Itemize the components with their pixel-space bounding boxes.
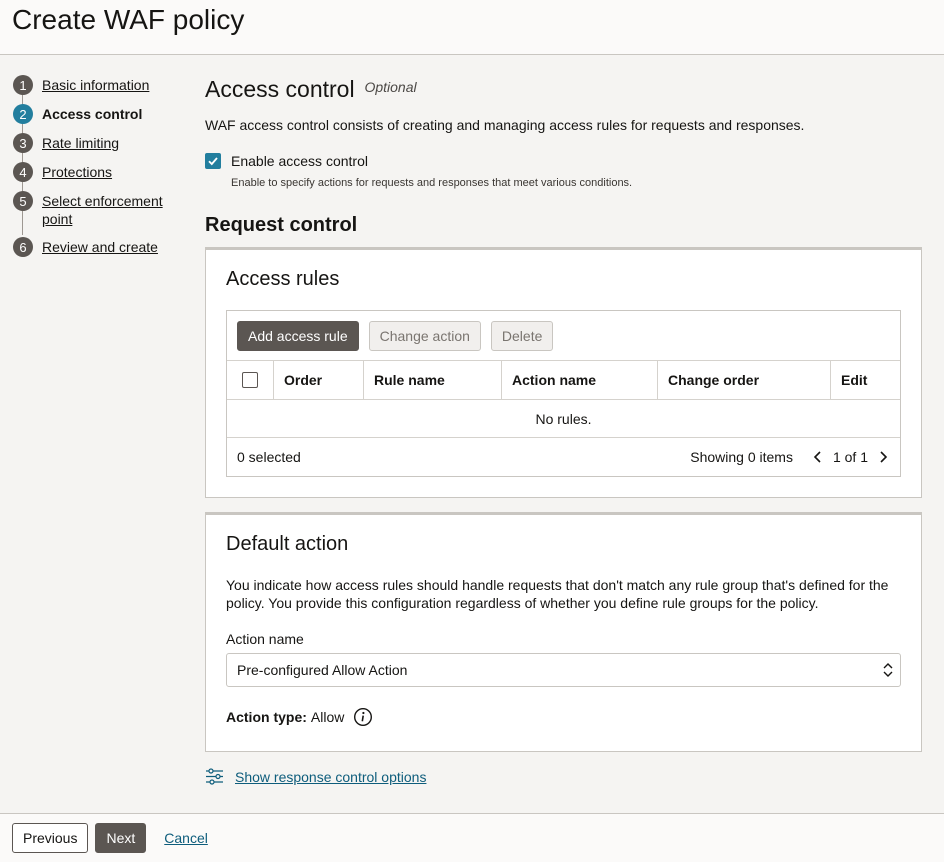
column-change-order: Change order: [658, 361, 831, 399]
sliders-icon: [206, 768, 223, 785]
section-title: Access control: [205, 76, 355, 102]
wizard-steps: 1 Basic information 2 Access control 3 R…: [13, 75, 188, 266]
step-label[interactable]: Basic information: [42, 75, 149, 94]
page-indicator: 1 of 1: [832, 449, 868, 465]
default-action-panel: Default action You indicate how access r…: [205, 512, 922, 752]
info-icon[interactable]: [353, 707, 373, 727]
show-response-control-link[interactable]: Show response control options: [235, 769, 426, 785]
step-label[interactable]: Select enforcement point: [42, 191, 172, 228]
step-label: Access control: [42, 106, 143, 122]
column-edit: Edit: [841, 372, 868, 388]
chevron-left-icon[interactable]: [811, 450, 825, 464]
default-action-title: Default action: [226, 533, 349, 555]
action-name-value: Pre-configured Allow Action: [237, 662, 408, 678]
action-name-select[interactable]: Pre-configured Allow Action: [226, 653, 901, 687]
section-header: Access control Optional: [205, 76, 922, 103]
main-content: Access control Optional WAF access contr…: [205, 76, 922, 785]
table-header: Order Rule name Action name Change order…: [227, 361, 900, 400]
step-number: 2: [13, 104, 33, 124]
add-access-rule-button[interactable]: Add access rule: [237, 320, 359, 351]
step-label[interactable]: Protections: [42, 162, 112, 181]
step-protections[interactable]: 4 Protections: [13, 162, 188, 182]
showing-items: Showing 0 items: [690, 449, 793, 465]
enable-access-control-row[interactable]: Enable access control: [205, 153, 922, 169]
next-button[interactable]: Next: [95, 823, 147, 853]
request-control-title: Request control: [205, 214, 358, 236]
step-label[interactable]: Review and create: [42, 237, 158, 256]
step-number: 6: [13, 237, 33, 257]
column-rule-name: Rule name: [364, 361, 502, 399]
check-icon: [208, 157, 218, 166]
step-label[interactable]: Rate limiting: [42, 133, 119, 152]
cancel-link[interactable]: Cancel: [164, 830, 208, 846]
page-header: Create WAF policy: [0, 0, 944, 55]
table-footer: 0 selected Showing 0 items 1 of 1: [227, 438, 900, 476]
action-name-label: Action name: [226, 631, 304, 647]
step-select-enforcement-point[interactable]: 5 Select enforcement point: [13, 191, 188, 228]
enable-access-control-hint: Enable to specify actions for requests a…: [231, 177, 633, 189]
step-number: 4: [13, 162, 33, 182]
chevron-right-icon[interactable]: [876, 450, 890, 464]
column-action-name: Action name: [502, 361, 658, 399]
change-action-button[interactable]: Change action: [368, 320, 481, 351]
action-type-row: Action type: Allow: [226, 707, 901, 727]
previous-button[interactable]: Previous: [12, 823, 89, 853]
step-review-and-create[interactable]: 6 Review and create: [13, 237, 188, 257]
selected-count: 0 selected: [237, 449, 301, 465]
table-toolbar: Add access rule Change action Delete: [227, 311, 900, 361]
select-updown-icon: [883, 663, 893, 677]
select-all-checkbox[interactable]: [242, 372, 258, 388]
step-number: 1: [13, 75, 33, 95]
action-type-value: Allow: [310, 709, 345, 725]
step-basic-information[interactable]: 1 Basic information: [13, 75, 188, 95]
step-number: 3: [13, 133, 33, 153]
select-all-cell: [227, 361, 274, 399]
section-description: WAF access control consists of creating …: [205, 117, 805, 133]
step-rate-limiting[interactable]: 3 Rate limiting: [13, 133, 188, 153]
wizard-footer: Previous Next Cancel: [0, 813, 944, 862]
optional-tag: Optional: [364, 79, 417, 95]
enable-access-control-checkbox[interactable]: [205, 153, 221, 169]
response-control-toggle[interactable]: Show response control options: [205, 768, 922, 785]
step-access-control: 2 Access control: [13, 104, 188, 124]
action-type-label: Action type:: [226, 709, 307, 725]
column-order: Order: [274, 361, 364, 399]
access-rules-title: Access rules: [226, 268, 340, 290]
enable-access-control-label[interactable]: Enable access control: [231, 153, 368, 169]
empty-table-message: No rules.: [227, 400, 900, 438]
delete-button[interactable]: Delete: [490, 320, 554, 351]
step-number: 5: [13, 191, 33, 211]
default-action-description: You indicate how access rules should han…: [226, 577, 889, 611]
page-title: Create WAF policy: [12, 4, 245, 35]
pagination: Showing 0 items 1 of 1: [690, 449, 890, 465]
access-rules-table: Add access rule Change action Delete Ord…: [226, 310, 901, 477]
access-rules-panel: Access rules Add access rule Change acti…: [205, 247, 922, 498]
